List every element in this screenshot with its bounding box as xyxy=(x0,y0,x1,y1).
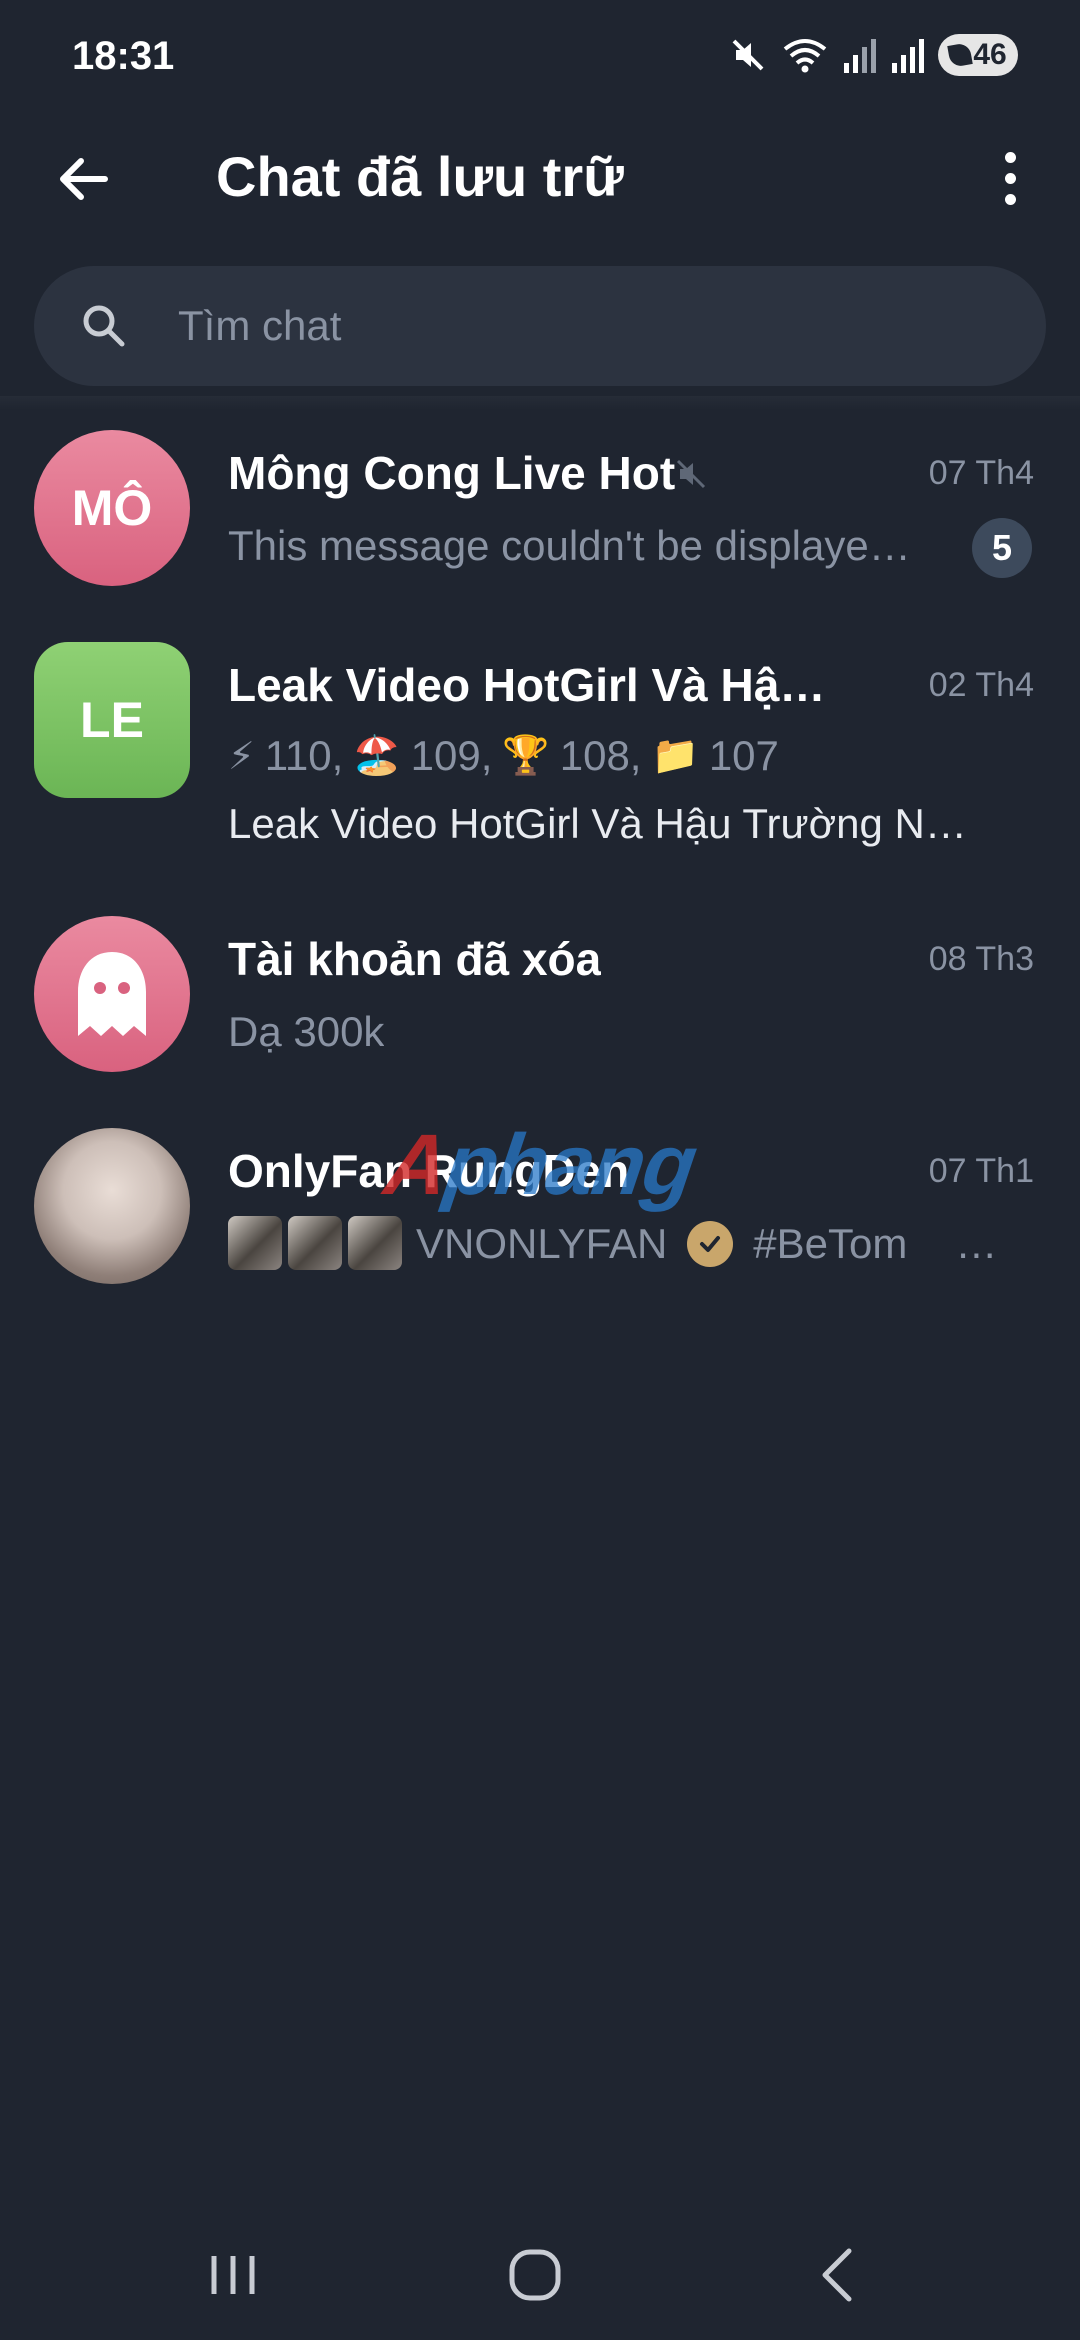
chat-date: 07 Th4 xyxy=(928,454,1034,492)
media-thumbnail xyxy=(348,1216,402,1270)
back-button[interactable] xyxy=(48,144,118,214)
chat-preview: Leak Video HotGirl Và Hậu Trường N… xyxy=(228,800,967,847)
beach-icon: 🏖️ xyxy=(353,735,401,777)
page-title: Chat đã lưu trữ xyxy=(216,145,624,208)
preview-hashtag: #BeTom xyxy=(753,1220,908,1267)
power-saving-icon xyxy=(947,42,974,68)
avatar: LE xyxy=(34,642,190,798)
chat-name: Leak Video HotGirl Và Hậu… xyxy=(228,659,848,711)
dot xyxy=(1004,151,1016,163)
search-input[interactable]: Tìm chat xyxy=(34,266,1046,386)
more-options-button[interactable] xyxy=(980,140,1040,216)
home-icon xyxy=(509,2249,561,2301)
avatar-initials: LE xyxy=(80,692,144,748)
reaction-count: 107 xyxy=(708,732,779,779)
media-thumbnail xyxy=(288,1216,342,1270)
reaction-count: 110, xyxy=(264,732,344,779)
chat-date: 08 Th3 xyxy=(928,940,1034,978)
chat-date: 07 Th1 xyxy=(928,1152,1034,1190)
search-icon xyxy=(83,305,125,347)
back-nav-button[interactable] xyxy=(792,2240,882,2310)
app-bar: Chat đã lưu trữ xyxy=(0,120,1080,232)
reaction-summary: ⚡ 110, 🏖️ 109, 🏆 108, 📁 107 xyxy=(228,732,779,780)
chat-item[interactable]: OnlyFan RungDen 07 Th1 VNONLYFAN #BeTom … xyxy=(0,1122,1080,1292)
chevron-left-icon xyxy=(822,2248,852,2302)
verified-icon xyxy=(687,1221,734,1267)
unread-badge: 5 xyxy=(972,518,1032,578)
system-nav-bar xyxy=(0,2210,1080,2340)
reaction-count: 109, xyxy=(410,732,493,779)
media-thumbnail xyxy=(228,1216,282,1270)
chat-item[interactable]: LE Leak Video HotGirl Và Hậu… 02 Th4 ⚡ 1… xyxy=(0,636,1080,886)
muted-icon xyxy=(676,459,706,489)
ghost-icon xyxy=(78,952,146,1036)
dot xyxy=(1004,193,1016,205)
signal-icon-2 xyxy=(892,39,924,73)
media-thumbnails xyxy=(228,1216,402,1270)
reaction-count: 108, xyxy=(559,732,642,779)
arrow-left-icon xyxy=(60,158,108,200)
battery-level: 46 xyxy=(973,38,1007,71)
chat-preview: Dạ 300k xyxy=(228,1008,385,1055)
status-time: 18:31 xyxy=(72,34,175,78)
mute-icon xyxy=(732,39,764,71)
folder-icon: 📁 xyxy=(651,735,699,777)
chat-item[interactable]: MÔ Mông Cong Live Hot 07 Th4 This messag… xyxy=(0,424,1080,594)
avatar xyxy=(34,916,190,1072)
preview-ellipsis: … xyxy=(955,1220,998,1267)
chat-item[interactable]: Tài khoản đã xóa 08 Th3 Dạ 300k xyxy=(0,910,1080,1080)
chat-date: 02 Th4 xyxy=(928,666,1034,704)
battery-indicator: 46 xyxy=(938,34,1018,76)
search-placeholder: Tìm chat xyxy=(178,302,342,349)
lightning-icon: ⚡ xyxy=(228,735,255,778)
chat-name: OnlyFan RungDen xyxy=(228,1145,630,1197)
avatar: MÔ xyxy=(34,430,190,586)
chat-preview: This message couldn't be displaye… xyxy=(228,522,911,569)
recent-apps-icon xyxy=(211,2256,255,2294)
preview-text: VNONLYFAN xyxy=(416,1220,668,1267)
status-bar: 18:31 46 xyxy=(0,0,1080,120)
status-icons: 46 xyxy=(728,30,1018,80)
wifi-icon xyxy=(783,39,827,73)
chat-name: Mông Cong Live Hot xyxy=(228,447,676,499)
dot xyxy=(1004,172,1016,184)
chat-name: Tài khoản đã xóa xyxy=(228,933,602,985)
recent-apps-button[interactable] xyxy=(188,2240,278,2310)
chat-preview: VNONLYFAN #BeTom … xyxy=(416,1220,997,1268)
signal-icon-1 xyxy=(844,39,876,73)
home-button[interactable] xyxy=(490,2240,580,2310)
avatar-photo xyxy=(34,1128,190,1284)
header-divider xyxy=(0,396,1080,410)
avatar-initials: MÔ xyxy=(71,480,153,536)
trophy-icon: 🏆 xyxy=(502,735,550,777)
